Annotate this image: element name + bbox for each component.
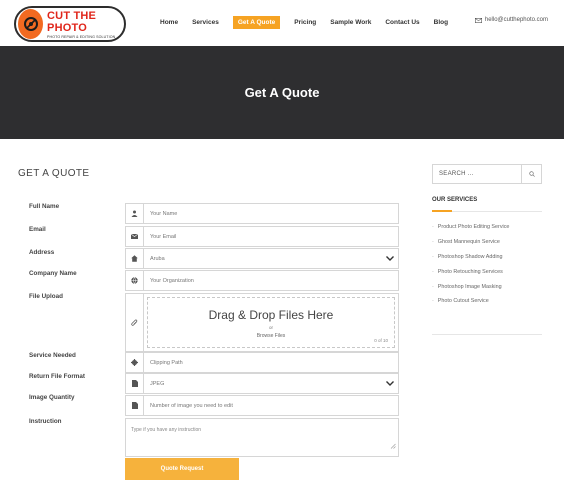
services-accent-line	[432, 210, 452, 212]
nav-pricing[interactable]: Pricing	[294, 16, 316, 29]
logo-camera-icon	[18, 9, 44, 39]
services-bottom-divider	[432, 334, 542, 335]
organization-placeholder: Your Organization	[150, 277, 194, 284]
services-title: OUR SERVICES	[432, 197, 478, 203]
user-icon	[126, 204, 144, 223]
nav-sample-work[interactable]: Sample Work	[330, 16, 371, 29]
logo-title: CUT THE PHOTO	[47, 9, 97, 34]
format-value: JPEG	[150, 380, 165, 387]
label-address: Address	[29, 249, 55, 256]
label-file-upload: File Upload	[29, 293, 63, 300]
email-field[interactable]: Your Email	[125, 226, 399, 247]
chevron-down-icon	[382, 256, 398, 261]
services-list: - Product Photo Editing Service - Ghost Ma…	[432, 220, 544, 309]
file-upload-dropzone[interactable]: Drag & Drop Files Here or Browse Files 0…	[125, 293, 399, 352]
dropzone-title: Drag & Drop Files Here	[208, 308, 334, 322]
label-service-needed: Service Needed	[29, 352, 76, 359]
file-count: 0 of 10	[374, 338, 388, 343]
service-value: Clipping Path	[150, 359, 183, 366]
service-link[interactable]: - Photo Retouching Services	[432, 264, 544, 279]
paperclip-icon	[126, 294, 144, 351]
quantity-field[interactable]: Number of image you need to edit	[125, 395, 399, 416]
instruction-textarea[interactable]: Type if you have any instruction	[125, 418, 399, 457]
quantity-placeholder: Number of image you need to edit	[150, 402, 233, 409]
page-banner: Get A Quote	[0, 46, 564, 139]
nav-services[interactable]: Services	[192, 16, 219, 29]
service-link[interactable]: - Photo Cutout Service	[432, 294, 544, 309]
file-icon	[126, 374, 144, 393]
resize-handle-icon[interactable]	[390, 436, 396, 454]
label-return-file-format: Return File Format	[29, 373, 85, 380]
search-icon	[528, 171, 535, 177]
label-image-quantity: Image Quantity	[29, 394, 75, 401]
globe-icon	[126, 271, 144, 290]
envelope-icon	[474, 17, 482, 23]
search-input[interactable]: SEARCH ...	[433, 171, 521, 177]
file-icon	[126, 396, 144, 415]
dropzone-area[interactable]: Drag & Drop Files Here or Browse Files 0…	[147, 297, 395, 348]
label-company-name: Company Name	[29, 270, 77, 277]
site-logo[interactable]: CUT THE PHOTO PHOTO REPAIR & EDITING SOL…	[14, 6, 126, 42]
service-link[interactable]: - Product Photo Editing Service	[432, 220, 544, 235]
search-box[interactable]: SEARCH ...	[432, 164, 542, 184]
label-full-name: Full Name	[29, 203, 60, 210]
site-header: CUT THE PHOTO PHOTO REPAIR & EDITING SOL…	[0, 0, 564, 46]
quote-request-button[interactable]: Quote Request	[125, 458, 239, 480]
home-icon	[126, 249, 144, 268]
search-button[interactable]	[521, 165, 541, 183]
country-select[interactable]: Aruba	[125, 248, 399, 269]
instruction-placeholder: Type if you have any instruction	[131, 427, 202, 433]
nav-contact-us[interactable]: Contact Us	[385, 16, 419, 29]
service-link[interactable]: - Ghost Mannequin Service	[432, 235, 544, 250]
banner-title: Get A Quote	[244, 85, 320, 100]
email-placeholder: Your Email	[150, 233, 177, 240]
main-nav: Home Services Get A Quote Pricing Sample…	[160, 16, 462, 29]
country-value: Aruba	[150, 255, 165, 262]
header-email-text: hello@cutthephoto.com	[484, 17, 548, 23]
name-placeholder: Your Name	[150, 210, 178, 217]
chevron-down-icon	[382, 381, 398, 386]
quote-request-label: Quote Request	[160, 466, 204, 472]
browse-files-link[interactable]: Browse Files	[148, 333, 394, 339]
logo-subtitle: PHOTO REPAIR & EDITING SOLUTION	[47, 34, 116, 39]
service-link[interactable]: - Photoshop Image Masking	[432, 279, 544, 294]
envelope-icon	[126, 227, 144, 246]
gear-icon	[126, 353, 144, 372]
label-email: Email	[29, 226, 46, 233]
organization-field[interactable]: Your Organization	[125, 270, 399, 291]
nav-get-a-quote[interactable]: Get A Quote	[232, 16, 281, 29]
label-instruction: Instruction	[29, 418, 62, 425]
name-field[interactable]: Your Name	[125, 203, 399, 224]
service-select[interactable]: Clipping Path	[125, 352, 399, 373]
header-email[interactable]: hello@cutthephoto.com	[474, 17, 548, 23]
nav-home[interactable]: Home	[160, 16, 178, 29]
format-select[interactable]: JPEG	[125, 373, 399, 394]
nav-blog[interactable]: Blog	[434, 16, 448, 29]
dropzone-or: or	[268, 325, 273, 330]
service-link[interactable]: - Photoshop Shadow Adding	[432, 250, 544, 265]
section-title: GET A QUOTE	[18, 168, 90, 179]
